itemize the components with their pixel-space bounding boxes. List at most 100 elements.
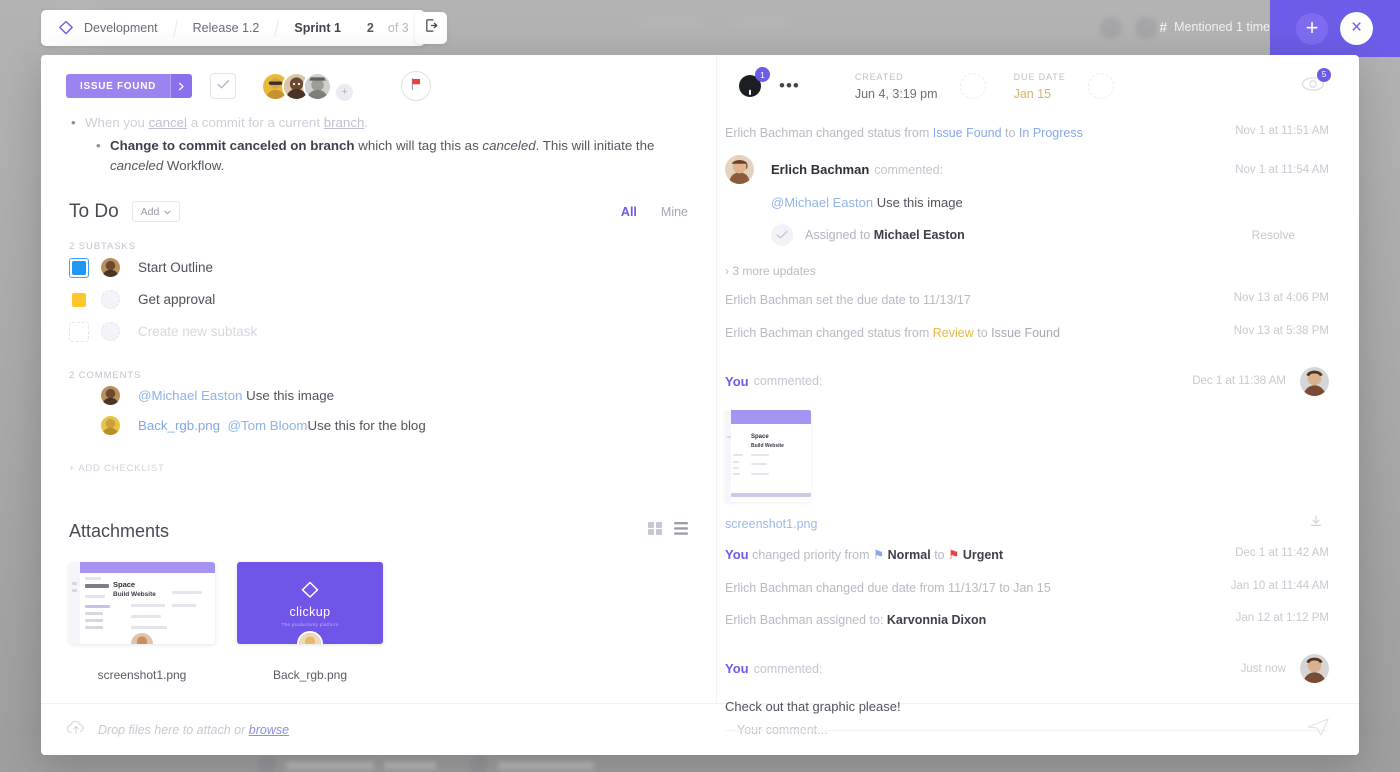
comment-verb: commented:: [753, 661, 823, 676]
new-subtask-placeholder: Create new subtask: [138, 324, 258, 340]
task-index: 2: [366, 21, 374, 35]
comment-time: Dec 1 at 11:38 AM: [1192, 375, 1286, 388]
browse-link[interactable]: browse: [249, 723, 289, 737]
attachment-name[interactable]: Back_rgb.png: [237, 668, 383, 682]
add-checklist-button[interactable]: + ADD CHECKLIST: [41, 463, 716, 474]
divider: [725, 730, 1329, 732]
add-person-icon[interactable]: +: [336, 83, 354, 101]
send-icon[interactable]: [1307, 718, 1329, 741]
github-integration[interactable]: 1: [737, 67, 770, 99]
comments-count-label: 2 COMMENTS: [69, 369, 142, 381]
attachment-link[interactable]: screenshot1.png: [725, 517, 817, 531]
comment-text: @Michael Easton Use this image: [138, 388, 335, 404]
priority-flag-button[interactable]: [401, 71, 432, 101]
activity-text: Erlich Bachman changed status from Issue…: [725, 126, 1083, 140]
inline-attachment[interactable]: Space Build Website screenshot1.png: [725, 409, 1329, 533]
comment-body: Check out that graphic please!: [725, 699, 901, 715]
filter-mine[interactable]: Mine: [661, 205, 688, 219]
activity-text: You changed priority from ⚑ Normal to ⚑ …: [725, 546, 1004, 562]
checklist-comment-row[interactable]: Back_rgb.png @Tom BloomUse this for the …: [41, 411, 716, 441]
brand-tagline: The productivity platform: [281, 621, 339, 627]
avatar: [725, 155, 754, 185]
mention-indicator[interactable]: # Mentioned 1 time: [1159, 11, 1270, 45]
subtask-row[interactable]: Get approval: [41, 284, 716, 316]
checklist-comment-row[interactable]: @Michael Easton Use this image: [41, 381, 716, 411]
assign-check-icon: [771, 224, 793, 247]
avatar: [1100, 17, 1122, 39]
activity-time: Dec 1 at 11:42 AM: [1235, 546, 1329, 559]
close-button[interactable]: ×: [1340, 12, 1373, 45]
due-date-value[interactable]: Jan 15: [1014, 87, 1066, 101]
more-updates-toggle[interactable]: › 3 more updates: [725, 250, 1329, 284]
avatar[interactable]: [303, 71, 333, 101]
subtask-status-swatch[interactable]: [69, 290, 89, 310]
attachment-thumbnail[interactable]: clickup The productivity platform: [237, 561, 383, 644]
breadcrumb[interactable]: Development Release 1.2 Sprint 1 2 of 3: [41, 10, 425, 46]
action-panel: [1270, 0, 1400, 57]
assignee-avatars[interactable]: +: [261, 71, 354, 101]
resolve-button[interactable]: Resolve: [1252, 228, 1295, 242]
activity-time: Nov 13 at 5:38 PM: [1233, 324, 1329, 337]
mark-complete-button[interactable]: [210, 73, 237, 99]
dropzone-text: Drop files here to attach or browse: [98, 722, 290, 737]
status-badge[interactable]: ISSUE FOUND: [66, 74, 193, 98]
breadcrumb-item-0[interactable]: Development: [84, 21, 158, 35]
breadcrumb-item-2[interactable]: Sprint 1: [294, 21, 341, 35]
activity-time: Nov 1 at 11:51 AM: [1235, 125, 1329, 137]
comment-text: Back_rgb.png @Tom BloomUse this for the …: [138, 418, 426, 434]
subtask-name: Start Outline: [138, 260, 214, 276]
subtask-row[interactable]: Start Outline: [41, 252, 716, 284]
task-description: When you cancel a commit for a current b…: [41, 113, 716, 175]
flag-icon: ⚑: [872, 547, 885, 562]
activity-item-own-comment-attachment: You commented: Dec 1 at 11:38 AM Space B…: [725, 349, 1329, 533]
list-view-icon[interactable]: [674, 522, 688, 540]
filter-all[interactable]: All: [621, 205, 637, 219]
new-subtask-row[interactable]: Create new subtask: [41, 316, 716, 348]
status-label: ISSUE FOUND: [66, 74, 171, 98]
clickup-diamond-icon: [57, 19, 75, 37]
comment-body: @Michael Easton Use this image: [771, 195, 963, 211]
clickup-diamond-icon: [299, 579, 321, 601]
export-button[interactable]: [415, 12, 447, 44]
activity-time: Jan 12 at 1:12 PM: [1235, 611, 1329, 624]
activity-text: Erlich Bachman assigned to: Karvonnia Di…: [725, 612, 987, 627]
due-date-meta: DUE DATE Jan 15: [1014, 72, 1066, 101]
add-assignee-icon[interactable]: [101, 290, 120, 310]
attachment-thumbnail[interactable]: Space Build Website: [69, 561, 215, 644]
add-todo-dropdown[interactable]: Add: [131, 201, 181, 223]
add-button[interactable]: +: [1296, 13, 1328, 45]
attachment-link: Back_rgb.png: [138, 418, 221, 434]
breadcrumb-item-1[interactable]: Release 1.2: [193, 21, 260, 35]
attachment-card[interactable]: clickup The productivity platform Back_r…: [237, 561, 383, 682]
bg-list-row: [470, 756, 594, 772]
export-icon: [424, 18, 439, 38]
avatar: [101, 416, 120, 436]
watcher-count-badge: 5: [1317, 67, 1331, 82]
chevron-right-icon[interactable]: [170, 74, 193, 98]
attachment-thumbnail[interactable]: Space Build Website: [725, 409, 811, 502]
download-icon[interactable]: [1309, 514, 1323, 533]
activity-text: Erlich Bachman set the due date to 11/13…: [725, 293, 971, 308]
subtask-status-swatch[interactable]: [69, 257, 89, 278]
time-estimate-placeholder[interactable]: [959, 73, 986, 99]
file-dropzone[interactable]: Drop files here to attach or browse: [41, 720, 717, 740]
plus-icon: +: [1305, 15, 1319, 40]
activity-header: 1 ••• CREATED Jun 4, 3:19 pm DUE DATE Ja…: [717, 55, 1359, 117]
avatar[interactable]: [101, 258, 120, 278]
ellipsis-icon[interactable]: •••: [779, 76, 800, 96]
task-detail-modal: ISSUE FOUND + • When you cancel a commit…: [41, 55, 1359, 755]
grid-view-icon[interactable]: [648, 522, 662, 540]
avatar: [101, 386, 120, 406]
time-tracked-placeholder[interactable]: [1087, 73, 1114, 99]
attachment-name[interactable]: screenshot1.png: [69, 668, 215, 682]
watchers-button[interactable]: 5: [1301, 67, 1331, 97]
assignment-text: Assigned to Michael Easton: [805, 228, 965, 243]
attachments-grid: Space Build Website screenshot1.png clic…: [41, 561, 716, 682]
comment-verb: commented:: [753, 374, 823, 389]
add-assignee-icon: [101, 322, 120, 342]
github-badge: 1: [755, 67, 770, 82]
breadcrumb-separator: [274, 19, 280, 37]
attachment-card[interactable]: Space Build Website screenshot1.png: [69, 561, 215, 682]
activity-item-due-date: Erlich Bachman set the due date to 11/13…: [725, 284, 1329, 316]
activity-item-assignment: Erlich Bachman assigned to: Karvonnia Di…: [725, 604, 1329, 636]
